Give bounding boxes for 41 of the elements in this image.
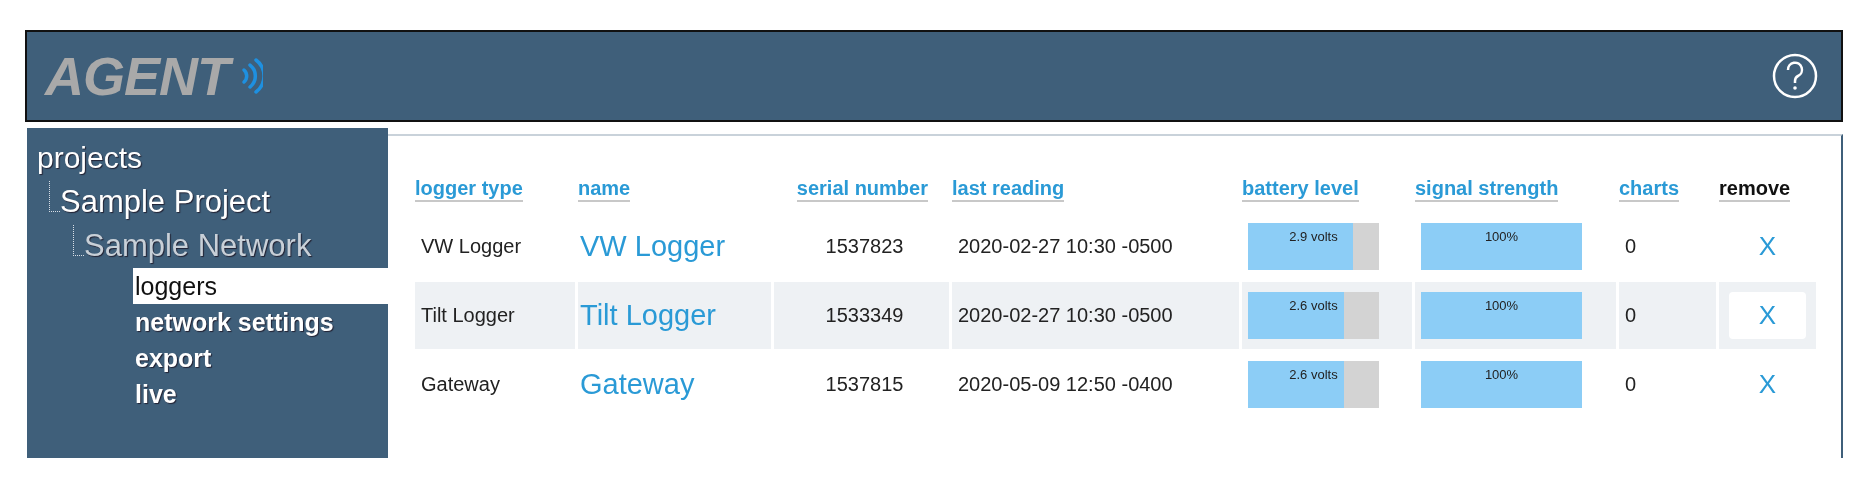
table-cell-text: Gateway bbox=[420, 372, 501, 397]
battery-reading: 2.9 volts bbox=[1288, 229, 1339, 244]
signal-reading: 100% bbox=[1483, 298, 1520, 313]
table-cell-text: 2020-02-27 10:30 -0500 bbox=[957, 235, 1173, 258]
signal-reading: 100% bbox=[1483, 367, 1520, 382]
tree-item[interactable]: Sample Project bbox=[60, 180, 271, 224]
battery-reading: 2.6 volts bbox=[1288, 367, 1339, 382]
remove-button[interactable]: X bbox=[1728, 292, 1807, 339]
column-header: remove bbox=[1719, 176, 1791, 202]
nav-item[interactable]: loggers bbox=[133, 268, 388, 304]
table-cell-text: 1537815 bbox=[824, 373, 904, 396]
column-header[interactable]: charts bbox=[1619, 176, 1680, 202]
table-cell-text: 0 bbox=[1624, 373, 1637, 396]
column-header[interactable]: battery level bbox=[1242, 176, 1359, 202]
table-cell-text: 1537823 bbox=[824, 235, 904, 258]
logger-link[interactable]: VW Logger bbox=[578, 230, 726, 263]
table-cell-text: 1533349 bbox=[824, 304, 904, 327]
signal-reading: 100% bbox=[1483, 229, 1520, 244]
battery-reading: 2.6 volts bbox=[1288, 298, 1339, 313]
table-cell: Tilt Logger bbox=[415, 282, 575, 349]
logger-link[interactable]: Gateway bbox=[578, 368, 695, 401]
tree-item[interactable]: projects bbox=[37, 136, 143, 180]
table-cell-text: 0 bbox=[1624, 235, 1637, 258]
table-cell-text: 2020-02-27 10:30 -0500 bbox=[957, 304, 1173, 327]
table-cell-text: 0 bbox=[1624, 304, 1637, 327]
tree-item[interactable]: Sample Network bbox=[84, 224, 312, 268]
column-header[interactable]: serial number bbox=[796, 176, 928, 202]
nav-item[interactable]: live bbox=[133, 376, 388, 412]
column-header[interactable]: name bbox=[578, 176, 631, 202]
remove-button[interactable]: X bbox=[1728, 361, 1807, 408]
column-header[interactable]: signal strength bbox=[1415, 176, 1559, 202]
wireless-icon bbox=[241, 56, 263, 96]
nav-item[interactable]: network settings bbox=[133, 304, 388, 340]
column-header[interactable]: logger type bbox=[415, 176, 523, 202]
column-header[interactable]: last reading bbox=[952, 176, 1065, 202]
remove-button[interactable]: X bbox=[1728, 223, 1807, 270]
table-cell-text: VW Logger bbox=[420, 234, 523, 259]
nav-item[interactable]: export bbox=[133, 340, 388, 376]
help-icon[interactable] bbox=[1771, 52, 1819, 100]
logo: AGENT bbox=[43, 43, 237, 109]
table-cell-text: 2020-05-09 12:50 -0400 bbox=[957, 373, 1173, 396]
